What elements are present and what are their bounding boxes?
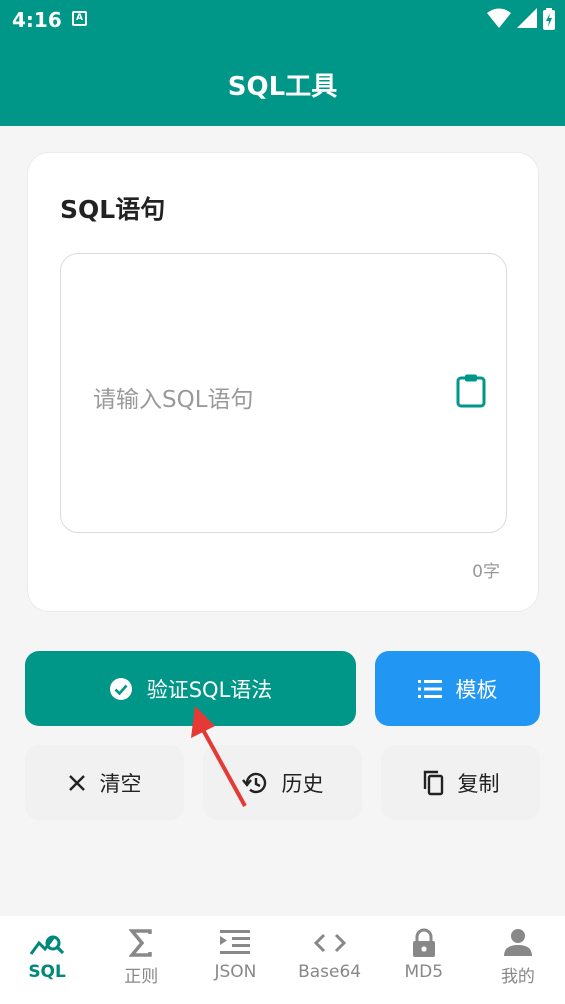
sigma-icon [129, 929, 152, 957]
check-circle-icon [109, 677, 132, 700]
code-icon [313, 933, 346, 953]
nav-label-mine: 我的 [500, 967, 535, 987]
nav-item-base64[interactable]: Base64 [283, 916, 377, 1004]
card-title: SQL语句 [60, 195, 166, 224]
clear-button[interactable]: 清空 [25, 745, 184, 820]
copy-label: 复制 [457, 771, 500, 796]
list-icon [417, 679, 442, 698]
status-time: 4:16 [12, 8, 62, 32]
page-title: SQL工具 [227, 72, 338, 102]
template-button[interactable]: 模板 [375, 651, 540, 726]
nav-item-sql[interactable]: SQL [0, 916, 94, 1004]
nav-item-regex[interactable]: 正则 [94, 916, 188, 1004]
sql-input-placeholder: 请输入SQL语句 [93, 387, 254, 413]
validate-sql-label: 验证SQL语法 [146, 677, 273, 702]
annotation-arrow [191, 706, 247, 807]
bottom-nav: SQL 正则 JSON Base64 MD5 我的 [0, 916, 565, 1004]
clear-label: 清空 [99, 771, 142, 796]
nav-label-json: JSON [214, 962, 257, 982]
sql-chart-icon [29, 935, 65, 955]
sql-input-card: SQL语句 请输入SQL语句 0字 [27, 152, 539, 612]
clipboard-paste-icon[interactable] [456, 374, 486, 412]
nav-label-sql: SQL [28, 962, 66, 982]
app-bar: 4:16 A SQL工具 [0, 0, 565, 126]
history-label: 历史 [281, 771, 324, 796]
nav-item-json[interactable]: JSON [188, 916, 282, 1004]
status-icons [487, 8, 555, 30]
notification-a-icon: A [72, 11, 87, 26]
nav-item-md5[interactable]: MD5 [377, 916, 471, 1004]
nav-label-md5: MD5 [404, 962, 444, 982]
indent-icon [220, 930, 251, 954]
char-count: 0字 [472, 562, 500, 582]
nav-label-base64: Base64 [298, 962, 362, 982]
close-icon [68, 774, 85, 791]
person-icon [503, 929, 532, 956]
battery-icon [543, 8, 555, 30]
nav-label-regex: 正则 [124, 967, 159, 987]
lock-icon [412, 928, 435, 957]
nav-item-mine[interactable]: 我的 [471, 916, 565, 1004]
wifi-icon [487, 8, 511, 28]
copy-button[interactable]: 复制 [381, 745, 540, 820]
signal-icon [517, 8, 537, 28]
copy-icon [423, 770, 443, 795]
template-label: 模板 [455, 677, 498, 702]
sql-input[interactable]: 请输入SQL语句 [60, 253, 507, 533]
